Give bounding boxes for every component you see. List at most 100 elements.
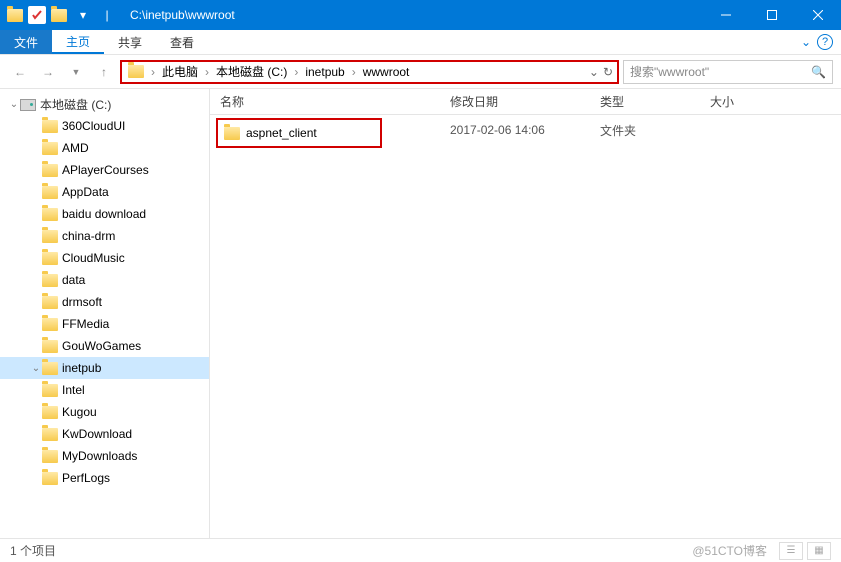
collapse-icon[interactable]: ⌄ — [8, 99, 20, 110]
tree-item[interactable]: APlayerCourses — [0, 159, 209, 181]
folder-icon — [4, 4, 26, 26]
highlighted-item[interactable]: aspnet_client — [216, 118, 382, 148]
folder-icon — [42, 186, 58, 199]
tree-item-label: MyDownloads — [62, 449, 137, 463]
recent-dropdown[interactable]: ▼ — [64, 60, 88, 84]
col-date[interactable]: 修改日期 — [440, 89, 590, 114]
tree-item[interactable]: drmsoft — [0, 291, 209, 313]
item-type: 文件夹 — [590, 122, 700, 139]
folder-icon — [42, 120, 58, 133]
folder-icon — [42, 472, 58, 485]
folder-icon — [42, 208, 58, 221]
tab-home[interactable]: 主页 — [52, 30, 104, 54]
folder-icon — [42, 230, 58, 243]
tree-item-label: FFMedia — [62, 317, 109, 331]
tree-root-label: 本地磁盘 (C:) — [40, 96, 111, 113]
tree-item-label: drmsoft — [62, 295, 102, 309]
folder-icon — [42, 428, 58, 441]
refresh-icon[interactable]: ↻ — [603, 65, 613, 79]
breadcrumb-segment[interactable]: wwwroot — [359, 62, 414, 82]
folder-icon — [48, 4, 70, 26]
content-pane: 名称 修改日期 类型 大小 aspnet_client 2017-02-06 1… — [210, 89, 841, 538]
tree-item[interactable]: china-drm — [0, 225, 209, 247]
window-title: C:\inetpub\wwwroot — [130, 8, 235, 22]
chevron-right-icon: › — [202, 65, 212, 79]
chevron-right-icon: › — [148, 65, 158, 79]
tree-item-label: Kugou — [62, 405, 97, 419]
tree-item-label: baidu download — [62, 207, 146, 221]
qat-divider: | — [96, 4, 118, 26]
ribbon-expand-icon[interactable]: ⌄ — [801, 35, 811, 49]
folder-icon — [42, 406, 58, 419]
close-button[interactable] — [795, 0, 841, 30]
drive-icon — [20, 99, 36, 111]
title-bar: ▾ | C:\inetpub\wwwroot — [0, 0, 841, 30]
folder-icon — [224, 127, 240, 140]
tree-item[interactable]: Kugou — [0, 401, 209, 423]
watermark: @51CTO博客 — [692, 542, 767, 559]
folder-icon — [42, 384, 58, 397]
col-type[interactable]: 类型 — [590, 89, 700, 114]
tree-root[interactable]: ⌄ 本地磁盘 (C:) — [0, 93, 209, 115]
back-button[interactable]: ← — [8, 60, 32, 84]
tab-view[interactable]: 查看 — [156, 30, 208, 54]
tree-item-label: Intel — [62, 383, 85, 397]
tab-share[interactable]: 共享 — [104, 30, 156, 54]
tree-item[interactable]: baidu download — [0, 203, 209, 225]
tree-item[interactable]: FFMedia — [0, 313, 209, 335]
expand-icon[interactable]: ⌄ — [30, 363, 42, 374]
search-icon[interactable]: 🔍 — [811, 65, 826, 79]
icons-view-button[interactable]: ▦ — [807, 542, 831, 560]
qat-item[interactable] — [28, 6, 46, 24]
tree-item[interactable]: data — [0, 269, 209, 291]
tree-item-label: AMD — [62, 141, 89, 155]
status-text: 1 个项目 — [10, 542, 56, 559]
nav-tree[interactable]: ⌄ 本地磁盘 (C:) 360CloudUI AMD APlayerCourses A… — [0, 89, 210, 538]
search-input[interactable]: 搜索"wwwroot" 🔍 — [623, 60, 833, 84]
tree-item-label: data — [62, 273, 85, 287]
tree-item[interactable]: Intel — [0, 379, 209, 401]
breadcrumb-segment[interactable]: 本地磁盘 (C:) — [212, 62, 291, 82]
minimize-button[interactable] — [703, 0, 749, 30]
column-headers: 名称 修改日期 类型 大小 — [210, 89, 841, 115]
tree-item-label: 360CloudUI — [62, 119, 125, 133]
tree-item-label: china-drm — [62, 229, 115, 243]
tree-item-label: CloudMusic — [62, 251, 125, 265]
search-placeholder: 搜索"wwwroot" — [630, 63, 811, 80]
tree-item[interactable]: 360CloudUI — [0, 115, 209, 137]
col-name[interactable]: 名称 — [210, 89, 440, 114]
tree-item-label: PerfLogs — [62, 471, 110, 485]
tree-item[interactable]: KwDownload — [0, 423, 209, 445]
address-bar[interactable]: › 此电脑 › 本地磁盘 (C:) › inetpub › wwwroot ⌄ … — [120, 60, 619, 84]
forward-button[interactable]: → — [36, 60, 60, 84]
breadcrumb-segment[interactable]: 此电脑 — [158, 62, 202, 82]
file-row[interactable]: aspnet_client 2017-02-06 14:06 文件夹 — [210, 119, 841, 141]
tree-item[interactable]: AMD — [0, 137, 209, 159]
help-icon[interactable]: ? — [817, 34, 833, 50]
folder-icon — [42, 318, 58, 331]
folder-icon — [42, 362, 58, 375]
addr-dropdown-icon[interactable]: ⌄ — [589, 65, 599, 79]
folder-icon — [42, 142, 58, 155]
folder-icon — [42, 340, 58, 353]
breadcrumb-segment[interactable]: inetpub — [301, 62, 348, 82]
folder-icon — [42, 450, 58, 463]
maximize-button[interactable] — [749, 0, 795, 30]
tree-item[interactable]: CloudMusic — [0, 247, 209, 269]
tab-file[interactable]: 文件 — [0, 30, 52, 54]
tree-item[interactable]: PerfLogs — [0, 467, 209, 489]
tree-item[interactable]: AppData — [0, 181, 209, 203]
details-view-button[interactable]: ☰ — [779, 542, 803, 560]
tree-item-label: GouWoGames — [62, 339, 141, 353]
item-date: 2017-02-06 14:06 — [440, 123, 590, 137]
tree-item[interactable]: ⌄ inetpub — [0, 357, 209, 379]
tree-item-label: AppData — [62, 185, 109, 199]
col-size[interactable]: 大小 — [700, 89, 780, 114]
up-button[interactable]: ↑ — [92, 60, 116, 84]
qat-overflow[interactable]: ▾ — [72, 4, 94, 26]
status-bar: 1 个项目 @51CTO博客 ☰ ▦ — [0, 538, 841, 562]
tree-item[interactable]: MyDownloads — [0, 445, 209, 467]
tree-item-label: APlayerCourses — [62, 163, 149, 177]
tree-item-label: inetpub — [62, 361, 101, 375]
tree-item[interactable]: GouWoGames — [0, 335, 209, 357]
